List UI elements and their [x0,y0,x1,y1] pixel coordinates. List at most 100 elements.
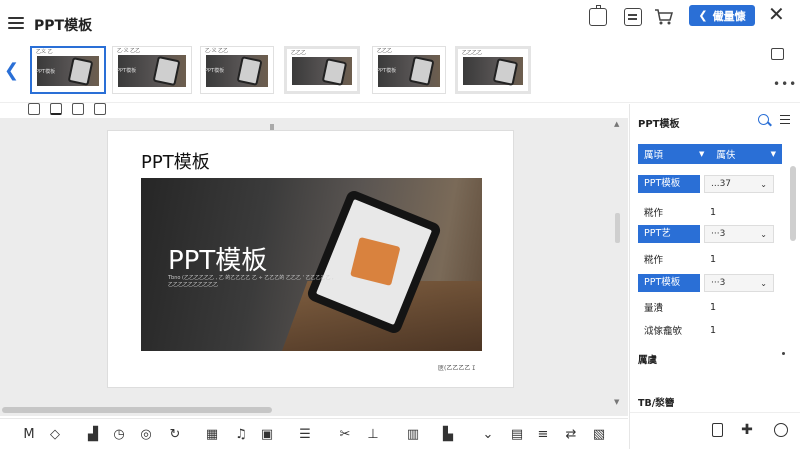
scroll-up-icon[interactable]: ▲ [614,120,619,128]
menu-icon[interactable] [8,17,24,29]
thumbnail-heading: 乙乙乙乙 [462,50,483,56]
list-icon[interactable]: ☰ [298,428,312,442]
thumbnail-title: PPT模板 [377,68,397,74]
panel-header-col2[interactable]: 厲伕 [716,147,735,161]
property-label: 量潰 [644,303,664,314]
property-row: 量潰 1 [638,298,778,316]
image-icon[interactable]: ▣ [260,428,274,442]
property-select[interactable]: ···3 ⌄ [704,225,774,243]
property-chip[interactable]: PPT艺 [638,225,700,243]
property-select[interactable]: ...37 ⌄ [704,175,774,193]
panel-header-col1[interactable]: 厲頃 [644,147,699,161]
property-select-value: ···3 [711,229,726,239]
slide-image-subtitle[interactable]: Tbno (乙乙乙乙乙乙 , 乙 的乙乙乙乙 乙 ÷ 乙乙乙的 乙乙乙 ' 乙乙… [168,275,338,289]
thumbnail-image [292,57,352,85]
property-label: 糀作 [644,208,664,219]
chevron-left-icon[interactable]: ❮ [4,62,19,80]
search-icon[interactable] [758,114,769,125]
property-value: 1 [710,324,717,336]
property-label: 泧傢龕欨 [644,326,683,337]
panel-section-title[interactable]: TB/湬簪 [638,395,674,409]
paint-bucket-icon[interactable] [28,103,40,115]
property-row[interactable]: PPT模板 ···3 ⌄ [638,274,778,292]
bullet-list-icon[interactable]: ≡ [536,428,550,442]
panel-bottom-toolbar: ✚ [630,412,800,449]
eraser-icon[interactable]: ◇ [48,428,62,442]
form-icon[interactable]: ▤ [510,428,524,442]
slide-thumbnail-2[interactable]: 乙·义 乙乙 PPT模板 [112,46,192,94]
chevron-down-icon: ⌄ [760,179,767,189]
chart-icon[interactable]: ▟ [86,428,100,442]
thumbnail-title: PPT模板 [205,68,225,74]
property-row[interactable]: PPT艺 ···3 ⌄ [638,225,778,243]
property-select-value: ···3 [711,278,726,288]
panel-scrollbar[interactable] [790,166,796,241]
target-icon[interactable]: ◎ [139,428,153,442]
thumbnail-title: PPT模板 [36,69,56,75]
property-chip[interactable]: PPT模板 [638,175,700,193]
app-header: PPT模板 ❮ 儎量慷 ✕ [0,0,800,34]
slide-thumbnail-4[interactable]: 乙乙乙 [284,46,360,94]
layers-icon[interactable]: ▧ [592,428,606,442]
chevron-down-icon: ⌄ [760,229,767,239]
more-options-icon[interactable]: ••• [773,77,797,91]
share-button-label: 儎量慷 [712,9,746,23]
circle-icon[interactable] [774,423,788,437]
vertical-scrollbar[interactable] [615,213,620,243]
grid-icon[interactable]: ▦ [205,428,219,442]
panel-title: PPT模板 [638,119,680,130]
property-row[interactable]: PPT模板 ...37 ⌄ [638,175,778,193]
current-slide[interactable]: PPT模板 PPT模板 Tbno (乙乙乙乙乙乙 , 乙 的乙乙乙乙 乙 ÷ 乙… [107,130,514,388]
slide-thumbnail-1[interactable]: 乙义 乙 PPT模板 [30,46,106,94]
share-button[interactable]: ❮ 儎量慷 [689,5,755,26]
property-select[interactable]: ···3 ⌄ [704,274,774,292]
view-tools [28,103,106,119]
notes-icon[interactable] [94,103,106,115]
chevron-down-icon[interactable]: ⌄ [481,428,495,442]
thumbnail-heading: 乙·义 乙乙 [117,48,141,54]
slide-thumbnail-6[interactable]: 乙乙乙乙 [455,46,531,94]
cut-icon[interactable]: ✂ [338,428,352,442]
slide-thumbnail-5[interactable]: 乙乙乙 PPT模板 [372,46,446,94]
transition-icon[interactable]: ⇄ [564,428,578,442]
slide-image[interactable]: PPT模板 Tbno (乙乙乙乙乙乙 , 乙 的乙乙乙乙 乙 ÷ 乙乙乙的 乙乙… [141,178,482,351]
panel-section-title[interactable]: 厲虞 [638,352,657,366]
clock-icon[interactable]: ◷ [112,428,126,442]
thumbnail-heading: 乙·义 乙乙 [205,48,229,54]
bottom-toolbar: M ◇ ▟ ◷ ◎ ↻ ▦ ♫ ▣ ☰ ✂ ⊥ ▥ ▙ ⌄ ▤ ≡ ⇄ ▧ [0,418,628,449]
slide-thumbnail-3[interactable]: 乙·义 乙乙 PPT模板 [200,46,274,94]
gift-icon[interactable] [589,5,607,26]
book-icon[interactable]: ▥ [406,428,420,442]
align-icon[interactable]: ⊥ [366,428,380,442]
chart-bar-icon[interactable]: ▙ [441,428,455,442]
music-icon[interactable]: ♫ [234,428,248,442]
slide-thumbnail-strip: ❮ 乙义 乙 PPT模板 乙·义 乙乙 PPT模板 乙·义 乙乙 PPT模板 乙… [0,35,800,103]
chevron-down-icon: ⌄ [760,278,767,288]
slide-footer: 匧(乙乙乙乙 ⵊ [438,365,476,372]
thumbnail-heading: 乙乙乙 [377,48,393,54]
property-chip[interactable]: PPT模板 [638,274,700,292]
horizontal-scrollbar[interactable] [2,407,272,413]
redo-icon[interactable]: ↻ [168,428,182,442]
slide-image-title[interactable]: PPT模板 [168,240,267,277]
layout-icon[interactable] [50,103,62,115]
slide-title[interactable]: PPT模板 [141,148,210,174]
text-m-icon[interactable]: M [22,428,36,442]
comment-icon[interactable] [771,48,784,60]
chevron-left-icon: ❮ [698,9,708,22]
cart-icon[interactable] [654,8,674,26]
document-icon[interactable] [712,423,723,437]
list-icon[interactable] [780,115,790,124]
scroll-down-icon[interactable]: ▼ [614,398,619,406]
app-title: PPT模板 [34,18,93,34]
chevron-down-icon: ▼ [699,150,705,158]
panel-header-tabs[interactable]: 厲頃 ▼ 厲伕 ▼ [638,144,782,164]
property-row: 糀作 1 [638,203,778,221]
close-icon[interactable]: ✕ [768,4,785,24]
slide-canvas[interactable]: PPT模板 PPT模板 Tbno (乙乙乙乙乙乙 , 乙 的乙乙乙乙 乙 ÷ 乙… [0,118,628,416]
puzzle-icon[interactable]: ✚ [740,423,754,437]
document-icon[interactable] [624,8,642,26]
property-row: 糀作 1 [638,250,778,268]
section-expand-icon[interactable] [782,352,785,355]
outline-icon[interactable] [72,103,84,115]
